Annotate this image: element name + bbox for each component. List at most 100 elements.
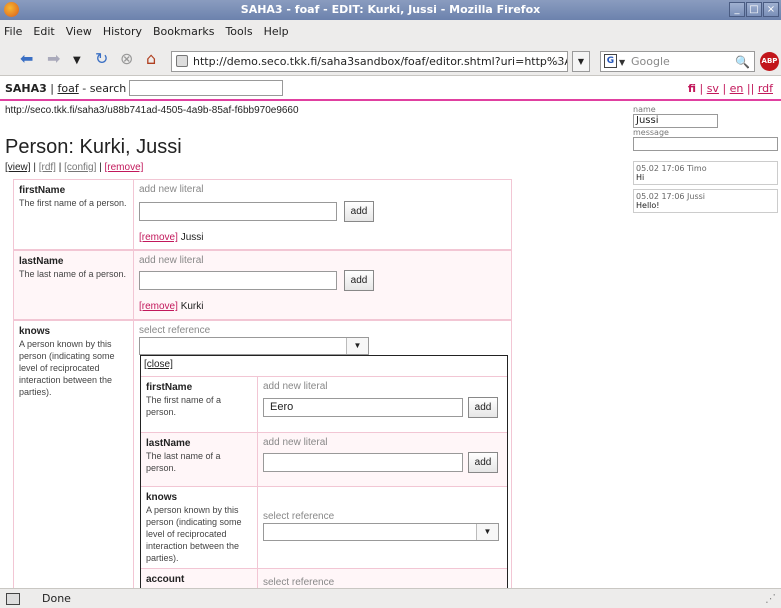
add-literal-hint: add new literal [263,381,328,392]
status-monitor-icon [6,593,20,605]
menu-bookmarks[interactable]: Bookmarks [153,25,214,38]
add-literal-hint: add new literal [139,184,204,195]
nested-firstname-add-button[interactable]: add [468,397,498,418]
property-row-lastname: lastName The last name of a person. add … [13,250,512,320]
reload-icon[interactable]: ↻ [95,50,108,68]
brand-name: SAHA3 [5,82,47,95]
property-name: knows [19,326,51,337]
select-reference-hint: select reference [263,511,335,522]
window-titlebar: SAHA3 - foaf - EDIT: Kurki, Jussi - Mozi… [0,0,781,20]
menu-file[interactable]: File [4,25,22,38]
property-label: firstName The first name of a person. [14,180,134,249]
firstname-remove-link[interactable]: [remove] [139,232,178,243]
saha-topbar: SAHA3 | foaf - search fi | sv | en || rd… [0,77,781,99]
nested-person-editor: [close] firstName The first name of a pe… [140,355,508,588]
select-reference-hint: select reference [139,325,211,336]
status-text: Done [42,592,71,605]
property-name: lastName [146,438,191,449]
view-link[interactable]: [view] [5,162,31,173]
chat-name-input[interactable]: Jussi [633,114,718,128]
lastname-remove-link[interactable]: [remove] [139,301,178,312]
lastname-value: Kurki [180,301,204,312]
header-divider [0,99,781,101]
select-reference-hint: select reference [263,577,335,588]
magnifier-icon[interactable]: 🔍 [735,53,750,72]
menu-view[interactable]: View [66,25,92,38]
adblock-icon[interactable]: ABP [760,52,779,71]
google-engine-icon[interactable]: G [604,54,617,68]
close-nested-link[interactable]: [close] [144,359,173,370]
property-values: add new literal [134,251,511,270]
chevron-down-icon[interactable]: ▼ [346,338,368,354]
url-input[interactable]: http://demo.seco.tkk.fi/saha3sandbox/foa… [171,51,568,72]
menu-bar: File Edit View History Bookmarks Tools H… [0,20,781,42]
add-literal-hint: add new literal [263,437,328,448]
page-title: Person: Kurki, Jussi [5,136,182,158]
lastname-add-button[interactable]: add [344,270,374,291]
lang-rdf[interactable]: rdf [758,82,773,95]
url-dropdown-button[interactable]: ▼ [572,51,590,72]
property-values: add new literal [258,377,507,396]
chat-message-label: message [633,128,669,137]
page-content: SAHA3 | foaf - search fi | sv | en || rd… [0,77,781,588]
chat-name-label: name [633,105,656,114]
lang-en[interactable]: en [730,82,744,95]
rdf-link[interactable]: [rdf] [39,162,56,173]
nested-firstname-input[interactable]: Eero [263,398,463,417]
minimize-button[interactable]: _ [729,2,745,17]
nested-lastname-add-button[interactable]: add [468,452,498,473]
stop-icon[interactable]: ⊗ [120,50,133,68]
forward-arrow-icon[interactable]: ➡ [47,50,60,68]
property-name: lastName [19,256,64,267]
saha-search-input[interactable] [129,80,283,96]
home-icon[interactable]: ⌂ [146,50,156,68]
firstname-add-button[interactable]: add [344,201,374,222]
lastname-value-line: [remove] Kurki [139,301,203,312]
navigation-toolbar: ⬅ ➡ ▼ ↻ ⊗ ⌂ http://demo.seco.tkk.fi/saha… [0,42,781,76]
property-values: select reference [258,573,507,588]
maximize-button[interactable]: □ [746,2,762,17]
property-values: add new literal [134,180,511,199]
property-label: knows A person known by this person (ind… [14,321,134,588]
web-search-input[interactable]: G ▼ Google 🔍 [600,51,755,72]
property-name: firstName [19,185,66,196]
property-description: The first name of a person. [146,395,222,417]
resource-actions: [view] | [rdf] | [config] | [remove] [5,162,144,173]
back-arrow-icon[interactable]: ⬅ [20,50,33,68]
bookmark-star-icon[interactable]: ☆ [554,52,564,71]
menu-tools[interactable]: Tools [225,25,252,38]
knows-reference-select[interactable]: ▼ [139,337,369,355]
remove-resource-link[interactable]: [remove] [105,162,144,173]
resource-uri: http://seco.tkk.fi/saha3/u88b741ad-4505-… [5,105,299,116]
chevron-down-icon[interactable]: ▼ [476,524,498,540]
menu-edit[interactable]: Edit [33,25,54,38]
project-link[interactable]: foaf [58,82,79,95]
nested-knows-reference-select[interactable]: ▼ [263,523,499,541]
chat-message-text: Hi [636,173,645,182]
history-dropdown-icon[interactable]: ▼ [73,52,81,70]
firstname-value-line: [remove] Jussi [139,232,203,243]
config-link[interactable]: [config] [64,162,96,173]
menu-history[interactable]: History [103,25,142,38]
nested-lastname-input[interactable] [263,453,463,472]
lastname-literal-input[interactable] [139,271,337,290]
lang-fi[interactable]: fi [688,82,696,95]
window-controls: _ □ × [729,2,779,17]
menu-help[interactable]: Help [264,25,289,38]
firstname-literal-input[interactable] [139,202,337,221]
chat-message-input[interactable] [633,137,778,151]
property-label: lastName The last name of a person. [141,433,258,486]
search-placeholder: Google [631,55,670,68]
resize-grip-icon[interactable]: ⋰ [765,592,776,605]
close-button[interactable]: × [763,2,779,17]
property-label: firstName The first name of a person. [141,377,258,432]
firstname-value: Jussi [180,232,204,243]
property-description: The last name of a person. [19,269,127,279]
property-description: A person known by this person (indicatin… [146,505,242,563]
property-description: The first name of a person. [19,198,127,208]
chat-message-meta: 05.02 17:06 Jussi [636,192,706,201]
engine-dropdown-icon[interactable]: ▼ [619,53,625,72]
lang-sv[interactable]: sv [707,82,719,95]
site-identity-icon[interactable] [176,55,188,67]
nested-row-account: account select reference [141,568,507,588]
